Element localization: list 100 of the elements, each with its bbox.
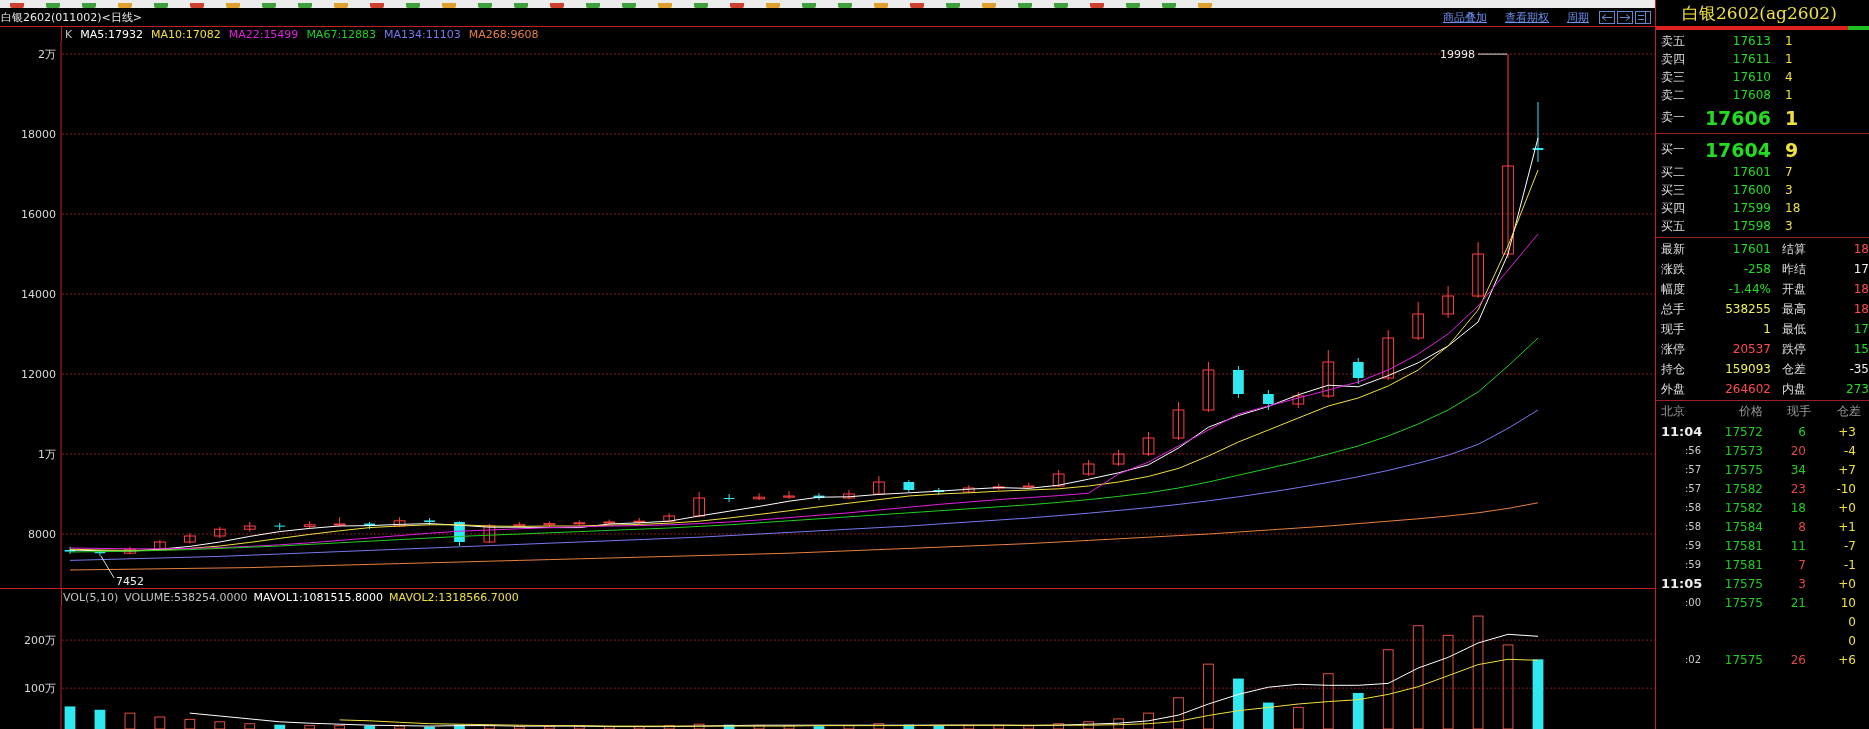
order-volume: 1 xyxy=(1784,52,1793,66)
tick-price: 17584 xyxy=(1724,519,1763,534)
tick-price: 17582 xyxy=(1724,481,1763,496)
stat-label: 跌停 xyxy=(1781,340,1807,358)
order-price: 17606 xyxy=(1703,106,1771,129)
stat-value: 264602 xyxy=(1724,382,1771,396)
tick-price: 17575 xyxy=(1724,576,1763,591)
stat-value: 17601 xyxy=(1731,242,1771,256)
axis-label: 12000 xyxy=(21,368,56,381)
order-level-label: 卖一 xyxy=(1660,109,1686,126)
stat-label: 昨结 xyxy=(1781,260,1807,278)
stat-label: 内盘 xyxy=(1781,380,1807,398)
tick-position-change: +1 xyxy=(1838,519,1856,534)
order-volume: 3 xyxy=(1784,219,1793,233)
order-price: 17599 xyxy=(1731,201,1771,215)
tick-position-change: 0 xyxy=(1848,614,1856,629)
order-volume: 18 xyxy=(1784,201,1801,215)
tick-volume: 8 xyxy=(1798,519,1806,534)
order-price: 17613 xyxy=(1731,34,1771,48)
tick-price: 17575 xyxy=(1724,595,1763,610)
stat-value: 20537 xyxy=(1731,342,1771,356)
column-header: 仓差 xyxy=(1836,403,1861,420)
order-price: 17608 xyxy=(1731,88,1771,102)
low-price-label: 7452 xyxy=(115,574,144,588)
tick-price: 17581 xyxy=(1724,557,1763,572)
tick-position-change: +7 xyxy=(1838,462,1856,477)
stat-label: 涨停 xyxy=(1660,340,1686,358)
order-volume: 4 xyxy=(1784,70,1793,84)
high-price-label: 19998 xyxy=(1440,48,1476,62)
legend-label: MA5:17932 xyxy=(80,27,143,41)
tick-price: 17581 xyxy=(1724,538,1763,553)
legend-label: VOL(5,10) xyxy=(63,591,119,604)
tick-volume: 34 xyxy=(1790,462,1806,477)
axis-label: 8000 xyxy=(28,528,56,541)
legend-label: MA22:15499 xyxy=(228,27,299,41)
legend-label: MA134:11103 xyxy=(384,27,461,41)
tick-position-change: +0 xyxy=(1838,500,1856,515)
tick-position-change: 10 xyxy=(1840,595,1856,610)
stat-label: 幅度 xyxy=(1660,280,1686,298)
stat-label: 开盘 xyxy=(1781,280,1807,298)
tick-price: 17582 xyxy=(1724,500,1763,515)
stat-label: 最低 xyxy=(1781,320,1807,338)
tick-volume: 23 xyxy=(1790,481,1806,496)
order-level-label: 卖五 xyxy=(1660,32,1686,50)
order-volume: 1 xyxy=(1784,106,1799,129)
legend-label: K xyxy=(65,27,73,41)
tick-price: 17575 xyxy=(1724,652,1763,667)
order-level-label: 卖三 xyxy=(1660,68,1686,86)
tick-volume: 11 xyxy=(1790,538,1806,553)
chart-title: 白银2602(011002)<日线> xyxy=(0,9,142,25)
tick-price: 17575 xyxy=(1724,462,1763,477)
stat-value: 17 xyxy=(1852,262,1869,276)
legend-label: MAVOL1:1081515.8000 xyxy=(253,591,384,604)
order-price: 17604 xyxy=(1703,138,1771,161)
tick-volume: 7 xyxy=(1798,557,1806,572)
order-price: 17601 xyxy=(1731,165,1771,179)
stat-value: 1 xyxy=(1762,322,1771,336)
stat-value: -258 xyxy=(1742,262,1771,276)
stat-value: -1.44% xyxy=(1727,282,1771,296)
stat-value: 538255 xyxy=(1724,302,1771,316)
axis-label: 2万 xyxy=(38,48,56,61)
tick-time: :57 xyxy=(1684,483,1701,494)
instrument-title: 白银2602(ag2602) xyxy=(1681,2,1838,25)
order-price: 17600 xyxy=(1731,183,1771,197)
stat-value: 18 xyxy=(1852,302,1869,316)
tick-position-change: -10 xyxy=(1836,481,1856,496)
stat-label: 仓差 xyxy=(1781,360,1807,378)
tick-position-change: +0 xyxy=(1838,576,1856,591)
stat-value: 18 xyxy=(1852,242,1869,256)
tick-position-change: -4 xyxy=(1844,443,1856,458)
axis-label: 1万 xyxy=(38,448,56,461)
stat-label: 结算 xyxy=(1781,240,1807,258)
column-header: 现手 xyxy=(1786,403,1811,420)
axis-label: 16000 xyxy=(21,208,56,221)
stat-value: 273 xyxy=(1845,382,1869,396)
axis-label: 14000 xyxy=(21,288,56,301)
tick-position-change: -1 xyxy=(1844,557,1856,572)
order-level-label: 买一 xyxy=(1660,141,1686,158)
tick-volume: 3 xyxy=(1798,576,1806,591)
stat-label: 现手 xyxy=(1660,320,1686,338)
stat-value: 18 xyxy=(1852,282,1869,296)
axis-label: 100万 xyxy=(24,682,56,696)
stat-value: 17 xyxy=(1852,322,1869,336)
order-price: 17611 xyxy=(1731,52,1771,66)
tick-volume: 21 xyxy=(1790,595,1806,610)
tick-position-change: +3 xyxy=(1838,424,1856,439)
legend-label: MA10:17082 xyxy=(150,27,221,41)
order-volume: 9 xyxy=(1784,138,1799,161)
tick-volume: 20 xyxy=(1790,443,1806,458)
order-level-label: 卖四 xyxy=(1660,50,1686,68)
stat-value: 159093 xyxy=(1724,362,1771,376)
tick-time: :59 xyxy=(1684,559,1701,570)
order-volume: 3 xyxy=(1784,183,1793,197)
tick-position-change: 0 xyxy=(1848,633,1856,648)
tick-time: :58 xyxy=(1684,502,1701,513)
order-level-label: 买四 xyxy=(1660,199,1686,217)
tick-time: :02 xyxy=(1684,654,1701,665)
order-level-label: 买三 xyxy=(1660,181,1686,199)
order-price: 17610 xyxy=(1731,70,1771,84)
axis-label: 18000 xyxy=(21,128,56,141)
